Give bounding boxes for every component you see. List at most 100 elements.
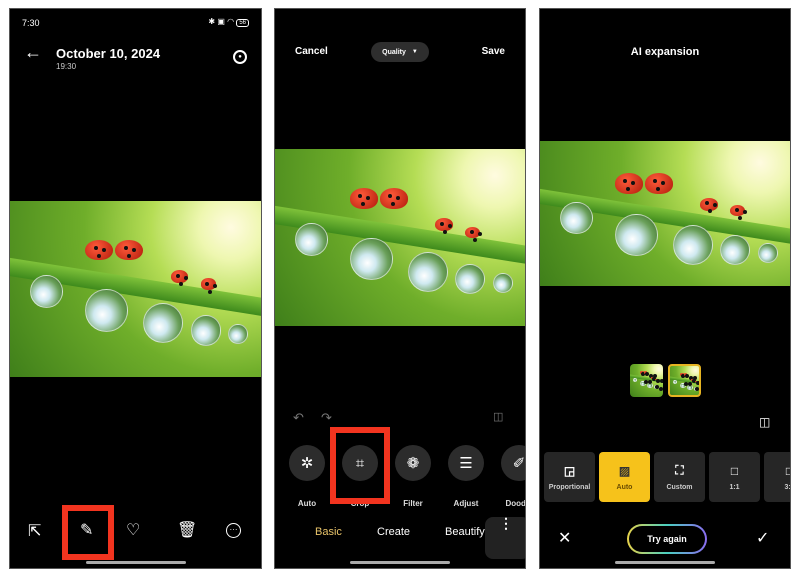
option-label: Custom xyxy=(666,484,693,491)
photo-date: October 10, 2024 xyxy=(56,46,161,61)
chevron-down-icon: ▼ xyxy=(411,49,418,55)
ladybug xyxy=(695,380,699,388)
option-label: Auto xyxy=(616,483,633,491)
ladybug xyxy=(691,378,697,383)
more-vertical-icon: ⋮ xyxy=(499,515,513,531)
water-droplet xyxy=(672,379,677,385)
water-droplet xyxy=(720,235,750,266)
ladybug xyxy=(639,371,645,376)
status-icons: ✱ ▣ ◠ 56 xyxy=(208,17,249,27)
quality-dropdown[interactable]: Quality ▼ xyxy=(371,42,429,62)
option-label: 3:4 xyxy=(784,483,791,491)
back-arrow-icon[interactable]: ← xyxy=(24,43,42,61)
tool-filter-button[interactable]: ❁ xyxy=(395,445,431,481)
filter-icon: ❁ xyxy=(406,455,420,472)
option-label: 1:1 xyxy=(729,483,740,491)
confirm-check-icon[interactable]: ✓ xyxy=(756,531,769,547)
save-button[interactable]: Save xyxy=(482,46,505,57)
water-droplet xyxy=(647,383,653,389)
option-square[interactable]: □ 3:4 xyxy=(764,452,791,502)
tool-label: Adjust xyxy=(453,499,479,508)
home-indicator xyxy=(85,561,186,564)
water-droplet xyxy=(615,213,658,256)
cancel-button[interactable]: Cancel xyxy=(295,46,328,57)
ladybug xyxy=(380,187,408,209)
magic-wand-icon: ✲ xyxy=(300,455,314,472)
option-image[interactable]: ▨ Auto xyxy=(599,452,650,502)
photo-time: 19:30 xyxy=(56,62,77,71)
ladybug xyxy=(645,172,673,194)
more-icon[interactable]: ··· xyxy=(226,523,241,538)
proportional-icon: ◲ xyxy=(563,463,576,478)
option-square[interactable]: □ 1:1 xyxy=(709,452,760,502)
battery-indicator: 56 xyxy=(236,19,249,27)
thumbnail-original[interactable] xyxy=(630,364,663,397)
image-icon: ▨ xyxy=(618,463,631,478)
more-menu-button[interactable]: ⋮ xyxy=(485,515,525,559)
trash-icon[interactable]: 🗑 xyxy=(177,523,197,539)
water-droplet xyxy=(639,380,646,387)
tool-auto-button[interactable]: ✲ xyxy=(289,445,325,481)
ladybug xyxy=(615,172,643,194)
tool-doodle-button[interactable]: ✐ xyxy=(501,445,526,481)
pen-icon: ✐ xyxy=(512,455,526,472)
photo xyxy=(540,141,790,286)
ladybug xyxy=(683,373,689,378)
ladybug xyxy=(643,371,649,376)
tab-create[interactable]: Create xyxy=(377,526,410,538)
try-again-button[interactable]: Try again xyxy=(627,524,707,554)
tool-label: Auto xyxy=(297,499,317,508)
water-droplet xyxy=(672,225,713,266)
option-proportional[interactable]: ◲ Proportional xyxy=(544,452,595,502)
sliders-icon: ☰ xyxy=(459,455,473,472)
close-icon[interactable]: ✕ xyxy=(558,531,571,547)
compare-icon[interactable]: ◫ xyxy=(759,416,770,428)
water-droplet xyxy=(757,242,778,263)
water-droplet xyxy=(455,264,485,295)
heart-icon[interactable]: ♡ xyxy=(126,523,140,539)
tab-basic[interactable]: Basic xyxy=(315,526,342,538)
water-droplet xyxy=(143,303,184,344)
edit-icon[interactable]: ✎ xyxy=(80,523,93,539)
ladybug xyxy=(85,239,113,261)
ladybug xyxy=(651,376,657,381)
water-droplet xyxy=(698,389,699,392)
ladybug xyxy=(200,278,216,290)
ladybug xyxy=(115,239,144,261)
undo-icon[interactable]: ↶ xyxy=(293,411,304,424)
water-droplet xyxy=(632,377,637,383)
ladybug xyxy=(170,269,189,283)
water-droplet xyxy=(693,387,698,392)
water-droplet xyxy=(653,385,658,390)
water-droplet xyxy=(687,385,693,391)
redo-icon[interactable]: ↷ xyxy=(321,411,332,424)
water-droplet xyxy=(30,274,63,308)
tool-adjust-button[interactable]: ☰ xyxy=(448,445,484,481)
ai-expansion-screen: AI expansion ◫ ◲ Proportional ▨ Auto ⛶ Custom… xyxy=(539,8,791,569)
screen-title: AI expansion xyxy=(630,46,700,58)
compare-icon[interactable]: ◫ xyxy=(493,412,503,423)
ladybug xyxy=(435,218,453,232)
water-droplet xyxy=(190,315,221,346)
rotate-icon[interactable]: ● xyxy=(233,50,247,64)
tab-beautify[interactable]: Beautify xyxy=(445,526,485,538)
square-icon: □ xyxy=(786,464,790,478)
home-indicator xyxy=(615,561,715,564)
water-droplet xyxy=(560,201,593,235)
thumbnail-expanded[interactable] xyxy=(668,364,701,397)
water-droplet xyxy=(350,237,393,280)
option-label: Proportional xyxy=(548,483,591,491)
tool-label: Filter xyxy=(403,499,423,508)
water-droplet xyxy=(85,289,128,332)
ladybug xyxy=(679,373,685,378)
ladybug xyxy=(350,187,378,209)
share-icon[interactable]: ⇱ xyxy=(28,524,41,540)
photo xyxy=(275,149,525,326)
water-droplet xyxy=(407,251,448,292)
highlight-box xyxy=(330,427,390,504)
ladybug xyxy=(465,226,480,239)
option-custom-frame[interactable]: ⛶ Custom xyxy=(654,452,705,502)
ladybug xyxy=(700,197,718,211)
tool-label: Doodle xyxy=(505,499,526,508)
home-indicator xyxy=(350,561,450,564)
